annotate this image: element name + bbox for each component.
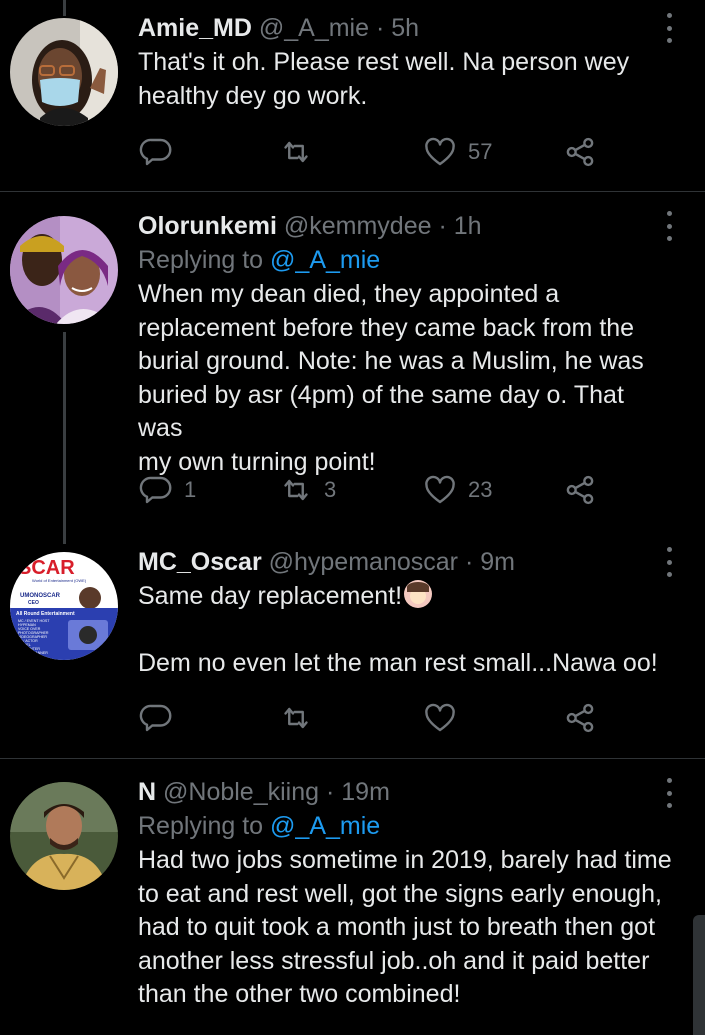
reply-button[interactable] bbox=[138, 698, 184, 738]
author-name[interactable]: MC_Oscar bbox=[138, 548, 262, 576]
tweet-text-line: healthy dey go work. bbox=[138, 81, 368, 110]
tweet-actions: 57 bbox=[138, 132, 608, 172]
author-handle[interactable]: @kemmydee bbox=[284, 212, 432, 240]
replying-to-label: Replying to bbox=[138, 246, 264, 274]
author-name[interactable]: N bbox=[138, 778, 156, 806]
retweet-icon bbox=[284, 479, 308, 501]
tweet-text-line: That's it oh. Please rest well. Na perso… bbox=[138, 48, 630, 76]
retweet-button[interactable]: 3 bbox=[278, 470, 336, 510]
retweet-button[interactable] bbox=[278, 132, 324, 172]
author-handle[interactable]: @Noble_kiing bbox=[163, 778, 319, 806]
author-name[interactable]: Olorunkemi bbox=[138, 212, 277, 240]
tweet-text-line: than the other two combined! bbox=[138, 980, 461, 1008]
person-gesturing-no-emoji-icon bbox=[404, 580, 433, 608]
tweet-noble-kiing[interactable]: N @Noble_kiing · 19m Replying to @_A_mie… bbox=[0, 759, 705, 1035]
tweet-text-line: Had two jobs sometime in 2019, barely ha… bbox=[138, 846, 672, 874]
reply-count: 1 bbox=[184, 477, 197, 502]
logo-name: UMONOSCAR bbox=[20, 593, 61, 599]
replying-to-label: Replying to bbox=[138, 812, 264, 840]
tweet-text-line: Dem no even let the man rest small...Naw… bbox=[138, 648, 658, 677]
more-vertical-icon[interactable] bbox=[665, 211, 673, 241]
author-handle[interactable]: @hypemanoscar bbox=[269, 548, 458, 576]
logo-service: EVENT PLANNER bbox=[18, 651, 48, 655]
timestamp[interactable]: · 1h bbox=[438, 212, 481, 240]
replying-to: Replying to @_A_mie bbox=[138, 810, 675, 842]
retweet-icon bbox=[284, 707, 308, 729]
tweet-text-line: replacement before they came back from t… bbox=[138, 313, 635, 342]
reply-bubble-icon bbox=[139, 476, 172, 504]
logo-title: CEO bbox=[28, 600, 39, 606]
heart-icon bbox=[425, 137, 455, 166]
share-icon bbox=[566, 137, 594, 167]
tweet-amie[interactable]: Amie_MD @_A_mie · 5h That's it oh. Pleas… bbox=[0, 0, 705, 191]
timestamp[interactable]: · 5h bbox=[376, 14, 419, 42]
more-vertical-icon[interactable] bbox=[665, 778, 673, 808]
reply-button[interactable]: 1 bbox=[138, 470, 196, 510]
avatar-image bbox=[10, 782, 118, 890]
like-count: 57 bbox=[468, 139, 493, 164]
share-button[interactable] bbox=[562, 132, 598, 172]
timestamp[interactable]: · 19m bbox=[326, 778, 390, 806]
replying-to-mention[interactable]: @_A_mie bbox=[270, 246, 380, 274]
retweet-icon bbox=[284, 141, 308, 163]
share-icon bbox=[566, 475, 594, 505]
tweet-text: That's it oh. Please rest well. Na perso… bbox=[138, 46, 675, 113]
logo-brand: SCAR bbox=[18, 557, 75, 579]
tweet-text: When my dean died, they appointed a repl… bbox=[138, 278, 675, 479]
tweet-actions: 1 3 23 bbox=[138, 470, 608, 510]
tweet-mc-oscar[interactable]: SCAR World of Entertainment (OWE) UMONOS… bbox=[0, 528, 705, 758]
heart-icon bbox=[425, 703, 455, 732]
avatar[interactable] bbox=[10, 782, 118, 890]
tweet-olorunkemi[interactable]: Olorunkemi @kemmydee · 1h Replying to @_… bbox=[0, 192, 705, 527]
avatar-image bbox=[10, 216, 118, 324]
scrollbar-thumb[interactable] bbox=[693, 915, 705, 1035]
tweet-text: Same day replacement! Dem no even let th… bbox=[138, 580, 675, 680]
tweet-text-line: buried by asr (4pm) of the same day o. T… bbox=[138, 380, 624, 443]
more-vertical-icon[interactable] bbox=[665, 547, 673, 577]
tweet-actions bbox=[138, 698, 608, 738]
avatar-image bbox=[10, 18, 118, 126]
like-button[interactable] bbox=[422, 698, 468, 738]
reply-button[interactable] bbox=[138, 132, 184, 172]
heart-icon bbox=[425, 475, 455, 504]
tweet-text-line: another less stressful job..oh and it pa… bbox=[138, 946, 650, 975]
tweet-text-line: Same day replacement! bbox=[138, 580, 675, 614]
avatar[interactable] bbox=[10, 216, 118, 324]
reply-bubble-icon bbox=[139, 704, 172, 732]
more-vertical-icon[interactable] bbox=[665, 13, 673, 43]
share-button[interactable] bbox=[562, 698, 598, 738]
tweet-text: Had two jobs sometime in 2019, barely ha… bbox=[138, 844, 675, 1012]
reply-bubble-icon bbox=[139, 138, 172, 166]
retweet-count: 3 bbox=[324, 477, 337, 502]
avatar[interactable]: SCAR World of Entertainment (OWE) UMONOS… bbox=[10, 552, 118, 660]
share-button[interactable] bbox=[562, 470, 598, 510]
share-icon bbox=[566, 703, 594, 733]
avatar[interactable] bbox=[10, 18, 118, 126]
retweet-button[interactable] bbox=[278, 698, 324, 738]
author-handle[interactable]: @_A_mie bbox=[259, 14, 369, 42]
replying-to-mention[interactable]: @_A_mie bbox=[270, 812, 380, 840]
tweet-text-line: When my dean died, they appointed a bbox=[138, 280, 560, 308]
tweet-text-line: to eat and rest well, got the signs earl… bbox=[138, 879, 662, 908]
logo-banner: All Round Entertainment bbox=[16, 611, 75, 617]
like-count: 23 bbox=[468, 477, 493, 502]
tweet-text-line: burial ground. Note: he was a Muslim, he… bbox=[138, 347, 644, 375]
replying-to: Replying to @_A_mie bbox=[138, 244, 675, 276]
author-name[interactable]: Amie_MD bbox=[138, 14, 252, 42]
like-button[interactable]: 23 bbox=[422, 470, 492, 510]
timestamp[interactable]: · 9m bbox=[465, 548, 515, 576]
tweet-text-line: had to quit took a month just to breath … bbox=[138, 913, 656, 941]
tweet-text-span: Same day replacement! bbox=[138, 582, 403, 610]
avatar-image: SCAR World of Entertainment (OWE) UMONOS… bbox=[10, 552, 118, 660]
logo-tagline: World of Entertainment (OWE) bbox=[32, 578, 87, 583]
like-button[interactable]: 57 bbox=[422, 132, 492, 172]
